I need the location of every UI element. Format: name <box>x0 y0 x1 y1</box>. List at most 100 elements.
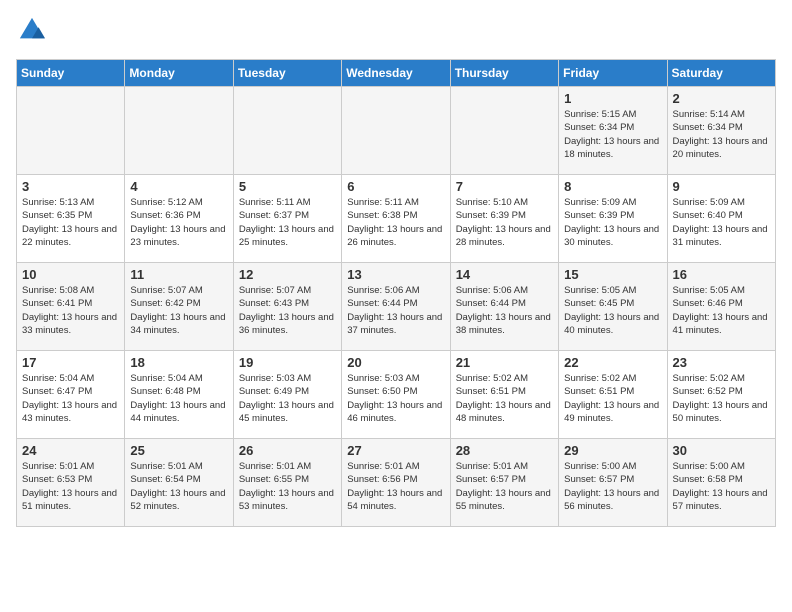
day-cell: 2 Sunrise: 5:14 AM Sunset: 6:34 PM Daylig… <box>667 87 775 175</box>
day-cell: 24 Sunrise: 5:01 AM Sunset: 6:53 PM Dayli… <box>17 439 125 527</box>
day-cell <box>233 87 341 175</box>
week-row-1: 1 Sunrise: 5:15 AM Sunset: 6:34 PM Daylig… <box>17 87 776 175</box>
day-cell: 15 Sunrise: 5:05 AM Sunset: 6:45 PM Dayli… <box>559 263 667 351</box>
day-number: 2 <box>673 91 770 106</box>
day-number: 11 <box>130 267 227 282</box>
day-info: Sunrise: 5:09 AM Sunset: 6:40 PM Dayligh… <box>673 196 770 249</box>
day-cell: 10 Sunrise: 5:08 AM Sunset: 6:41 PM Dayli… <box>17 263 125 351</box>
day-info: Sunrise: 5:01 AM Sunset: 6:55 PM Dayligh… <box>239 460 336 513</box>
day-cell <box>125 87 233 175</box>
day-number: 5 <box>239 179 336 194</box>
day-info: Sunrise: 5:03 AM Sunset: 6:50 PM Dayligh… <box>347 372 444 425</box>
day-cell: 13 Sunrise: 5:06 AM Sunset: 6:44 PM Dayli… <box>342 263 450 351</box>
day-cell: 9 Sunrise: 5:09 AM Sunset: 6:40 PM Daylig… <box>667 175 775 263</box>
day-number: 25 <box>130 443 227 458</box>
day-cell: 11 Sunrise: 5:07 AM Sunset: 6:42 PM Dayli… <box>125 263 233 351</box>
day-number: 22 <box>564 355 661 370</box>
logo-icon <box>18 16 46 44</box>
day-cell <box>17 87 125 175</box>
day-cell: 29 Sunrise: 5:00 AM Sunset: 6:57 PM Dayli… <box>559 439 667 527</box>
day-info: Sunrise: 5:09 AM Sunset: 6:39 PM Dayligh… <box>564 196 661 249</box>
day-cell: 5 Sunrise: 5:11 AM Sunset: 6:37 PM Daylig… <box>233 175 341 263</box>
day-number: 21 <box>456 355 553 370</box>
day-info: Sunrise: 5:04 AM Sunset: 6:48 PM Dayligh… <box>130 372 227 425</box>
day-number: 20 <box>347 355 444 370</box>
day-cell: 30Sunrise: 5:00 AM Sunset: 6:58 PM Dayli… <box>667 439 775 527</box>
day-info: Sunrise: 5:02 AM Sunset: 6:52 PM Dayligh… <box>673 372 770 425</box>
day-info: Sunrise: 5:01 AM Sunset: 6:56 PM Dayligh… <box>347 460 444 513</box>
column-header-monday: Monday <box>125 60 233 87</box>
day-number: 24 <box>22 443 119 458</box>
day-cell: 19 Sunrise: 5:03 AM Sunset: 6:49 PM Dayli… <box>233 351 341 439</box>
logo-text <box>16 16 46 49</box>
day-info: Sunrise: 5:00 AM Sunset: 6:58 PM Dayligh… <box>673 460 770 513</box>
day-number: 19 <box>239 355 336 370</box>
day-number: 13 <box>347 267 444 282</box>
day-cell: 17 Sunrise: 5:04 AM Sunset: 6:47 PM Dayli… <box>17 351 125 439</box>
day-info: Sunrise: 5:08 AM Sunset: 6:41 PM Dayligh… <box>22 284 119 337</box>
day-cell <box>450 87 558 175</box>
day-number: 16 <box>673 267 770 282</box>
day-info: Sunrise: 5:11 AM Sunset: 6:38 PM Dayligh… <box>347 196 444 249</box>
column-header-friday: Friday <box>559 60 667 87</box>
day-info: Sunrise: 5:07 AM Sunset: 6:43 PM Dayligh… <box>239 284 336 337</box>
day-cell: 12Sunrise: 5:07 AM Sunset: 6:43 PM Dayli… <box>233 263 341 351</box>
day-info: Sunrise: 5:01 AM Sunset: 6:53 PM Dayligh… <box>22 460 119 513</box>
day-cell: 25 Sunrise: 5:01 AM Sunset: 6:54 PM Dayli… <box>125 439 233 527</box>
day-info: Sunrise: 5:15 AM Sunset: 6:34 PM Dayligh… <box>564 108 661 161</box>
day-number: 15 <box>564 267 661 282</box>
day-cell: 1 Sunrise: 5:15 AM Sunset: 6:34 PM Daylig… <box>559 87 667 175</box>
day-cell: 18 Sunrise: 5:04 AM Sunset: 6:48 PM Dayli… <box>125 351 233 439</box>
day-cell: 6 Sunrise: 5:11 AM Sunset: 6:38 PM Daylig… <box>342 175 450 263</box>
column-header-sunday: Sunday <box>17 60 125 87</box>
day-number: 29 <box>564 443 661 458</box>
day-info: Sunrise: 5:03 AM Sunset: 6:49 PM Dayligh… <box>239 372 336 425</box>
day-number: 9 <box>673 179 770 194</box>
day-cell: 7 Sunrise: 5:10 AM Sunset: 6:39 PM Daylig… <box>450 175 558 263</box>
column-header-saturday: Saturday <box>667 60 775 87</box>
day-cell: 22Sunrise: 5:02 AM Sunset: 6:51 PM Dayli… <box>559 351 667 439</box>
week-row-2: 3 Sunrise: 5:13 AM Sunset: 6:35 PM Daylig… <box>17 175 776 263</box>
day-cell: 27 Sunrise: 5:01 AM Sunset: 6:56 PM Dayli… <box>342 439 450 527</box>
column-header-tuesday: Tuesday <box>233 60 341 87</box>
day-cell: 16Sunrise: 5:05 AM Sunset: 6:46 PM Dayli… <box>667 263 775 351</box>
day-cell: 23Sunrise: 5:02 AM Sunset: 6:52 PM Dayli… <box>667 351 775 439</box>
day-cell <box>342 87 450 175</box>
header-row: SundayMondayTuesdayWednesdayThursdayFrid… <box>17 60 776 87</box>
day-info: Sunrise: 5:13 AM Sunset: 6:35 PM Dayligh… <box>22 196 119 249</box>
day-info: Sunrise: 5:10 AM Sunset: 6:39 PM Dayligh… <box>456 196 553 249</box>
day-info: Sunrise: 5:14 AM Sunset: 6:34 PM Dayligh… <box>673 108 770 161</box>
day-number: 26 <box>239 443 336 458</box>
day-info: Sunrise: 5:11 AM Sunset: 6:37 PM Dayligh… <box>239 196 336 249</box>
day-number: 3 <box>22 179 119 194</box>
week-row-4: 17 Sunrise: 5:04 AM Sunset: 6:47 PM Dayli… <box>17 351 776 439</box>
day-number: 27 <box>347 443 444 458</box>
day-number: 4 <box>130 179 227 194</box>
day-number: 28 <box>456 443 553 458</box>
day-info: Sunrise: 5:07 AM Sunset: 6:42 PM Dayligh… <box>130 284 227 337</box>
day-number: 1 <box>564 91 661 106</box>
day-info: Sunrise: 5:05 AM Sunset: 6:45 PM Dayligh… <box>564 284 661 337</box>
day-info: Sunrise: 5:01 AM Sunset: 6:54 PM Dayligh… <box>130 460 227 513</box>
day-number: 18 <box>130 355 227 370</box>
day-cell: 21 Sunrise: 5:02 AM Sunset: 6:51 PM Dayli… <box>450 351 558 439</box>
day-number: 8 <box>564 179 661 194</box>
week-row-5: 24 Sunrise: 5:01 AM Sunset: 6:53 PM Dayli… <box>17 439 776 527</box>
day-cell: 28 Sunrise: 5:01 AM Sunset: 6:57 PM Dayli… <box>450 439 558 527</box>
day-info: Sunrise: 5:04 AM Sunset: 6:47 PM Dayligh… <box>22 372 119 425</box>
day-number: 7 <box>456 179 553 194</box>
day-number: 14 <box>456 267 553 282</box>
day-number: 10 <box>22 267 119 282</box>
day-info: Sunrise: 5:12 AM Sunset: 6:36 PM Dayligh… <box>130 196 227 249</box>
calendar-table: SundayMondayTuesdayWednesdayThursdayFrid… <box>16 59 776 527</box>
day-number: 17 <box>22 355 119 370</box>
logo <box>16 16 46 49</box>
day-number: 6 <box>347 179 444 194</box>
day-info: Sunrise: 5:06 AM Sunset: 6:44 PM Dayligh… <box>347 284 444 337</box>
day-info: Sunrise: 5:00 AM Sunset: 6:57 PM Dayligh… <box>564 460 661 513</box>
day-info: Sunrise: 5:02 AM Sunset: 6:51 PM Dayligh… <box>456 372 553 425</box>
header <box>16 16 776 49</box>
day-cell: 3 Sunrise: 5:13 AM Sunset: 6:35 PM Daylig… <box>17 175 125 263</box>
day-cell: 4 Sunrise: 5:12 AM Sunset: 6:36 PM Daylig… <box>125 175 233 263</box>
day-info: Sunrise: 5:01 AM Sunset: 6:57 PM Dayligh… <box>456 460 553 513</box>
